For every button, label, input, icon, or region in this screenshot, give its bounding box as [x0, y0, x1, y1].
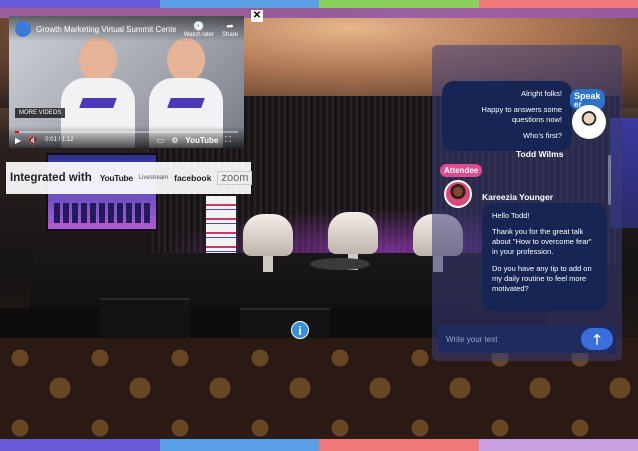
attendee-name: Kareezia Younger: [482, 192, 554, 202]
video-header: Growth Marketing Virtual Summit Cente...…: [9, 16, 244, 42]
top-bar-segment: [159, 0, 319, 8]
bottom-bar-segment: [478, 439, 638, 451]
info-icon[interactable]: i: [291, 321, 309, 339]
integrated-label: Integrated with: [10, 172, 92, 184]
video-control-row: ▶ 🔇 0:01 / 1:12 ▭ ⚙ YouTube ⛶: [15, 135, 238, 145]
send-button[interactable]: 🡑: [581, 328, 613, 350]
more-videos-button[interactable]: MORE VIDEOS: [15, 108, 66, 118]
livestream-brand: Livestream: [138, 175, 169, 181]
top-bar-segment: [319, 0, 479, 8]
volume-icon[interactable]: 🔇: [28, 136, 38, 145]
top-color-bar: [0, 0, 638, 8]
chat-scrollbar[interactable]: [608, 155, 611, 205]
message-line: Hello Todd!: [492, 211, 530, 220]
bottom-bar-segment: [159, 439, 319, 451]
video-progress-bar[interactable]: [15, 131, 238, 133]
share-icon: ➦: [226, 20, 234, 31]
video-time: 0:01 / 1:12: [45, 137, 74, 143]
coffee-table: [310, 258, 370, 270]
presenter-head: [167, 38, 205, 82]
chat-panel: Alright folks! Happy to answers some que…: [432, 45, 622, 361]
stage-chair: [328, 212, 378, 270]
share-label: Share: [221, 31, 238, 38]
speaker-avatar: [572, 105, 606, 139]
presenter-head: [79, 38, 117, 82]
share-button[interactable]: ➦ Share: [222, 21, 238, 38]
fullscreen-icon[interactable]: ⛶: [225, 135, 231, 145]
message-line: Who's first?: [523, 131, 562, 141]
attendee-badge: Attendee: [440, 164, 483, 177]
speaker-name: Todd Wilms: [516, 149, 564, 159]
channel-avatar[interactable]: [15, 21, 31, 37]
chat-input-box: 🡑: [438, 325, 616, 353]
chat-text-input[interactable]: [446, 331, 576, 347]
bottom-bar-segment: [0, 439, 160, 451]
bottom-color-bar: [0, 439, 638, 451]
stage-chair: [243, 214, 293, 272]
facebook-brand: facebook: [174, 173, 212, 183]
shirt-logo: [79, 98, 117, 108]
top-bar-segment: [478, 0, 638, 8]
bottom-bar-segment: [319, 439, 479, 451]
video-progress-fill: [15, 131, 20, 133]
top-bar-segment: [0, 0, 160, 8]
shirt-logo: [167, 98, 205, 108]
attendee-avatar: [444, 180, 472, 208]
message-line: Happy to answers some questions now!: [481, 105, 562, 125]
youtube-brand: YouTube: [99, 173, 133, 183]
captions-icon[interactable]: ▭: [157, 136, 165, 145]
video-player[interactable]: Growth Marketing Virtual Summit Cente...…: [9, 16, 244, 148]
watch-later-button[interactable]: 🕘 Watch later: [184, 21, 214, 38]
message-line: Thank you for the great talk about "How …: [492, 227, 592, 257]
close-video-icon[interactable]: ✕: [251, 10, 263, 22]
attendee-message: Hello Todd! Thank you for the great talk…: [482, 203, 607, 311]
video-title[interactable]: Growth Marketing Virtual Summit Cente...: [36, 25, 176, 34]
watch-later-label: Watch later: [183, 31, 214, 38]
city-skyline: [54, 203, 150, 223]
arrow-up-icon: 🡑: [593, 331, 601, 347]
settings-icon[interactable]: ⚙: [171, 136, 178, 145]
integrations-strip: Integrated with YouTube Livestream faceb…: [6, 162, 253, 194]
youtube-logo[interactable]: YouTube: [185, 136, 218, 145]
message-line: Alright folks!: [521, 89, 562, 98]
speaker-message: Alright folks! Happy to answers some que…: [442, 81, 572, 151]
zoom-brand: zoom: [217, 171, 253, 185]
message-line: Do you have any tip to add on my daily r…: [492, 263, 592, 293]
play-icon[interactable]: ▶: [15, 136, 21, 145]
clock-icon: 🕘: [193, 20, 205, 31]
